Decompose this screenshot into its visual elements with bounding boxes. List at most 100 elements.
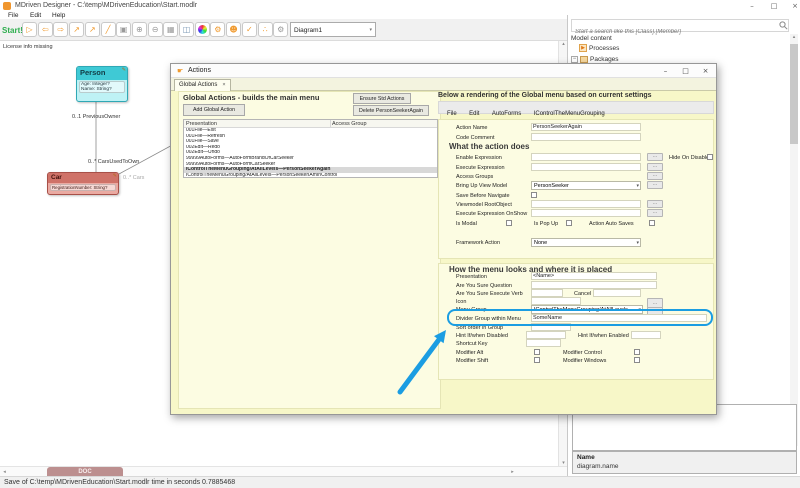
collapse-icon[interactable]: − (571, 56, 578, 63)
are-you-sure-execute-verb-input[interactable] (531, 289, 563, 297)
shortcut-key-input[interactable] (526, 339, 561, 347)
gear-icon[interactable]: ⚙ (273, 22, 288, 37)
icon-input[interactable] (531, 297, 581, 305)
chevron-down-icon: ▾ (636, 183, 639, 189)
viewmodel-rootobject-label: Viewmodel RootObject (456, 202, 512, 208)
modifier-shift-checkbox[interactable] (534, 357, 540, 363)
preview-menu-autoforms[interactable]: AutoForms (492, 111, 521, 117)
hide-on-disable-checkbox[interactable] (707, 154, 713, 160)
execute-expression-ellipsis-button[interactable]: ... (647, 163, 663, 171)
action-list-item[interactable]: IControlTheMenuGrouping/AtAllLevels—Pers… (184, 173, 437, 178)
dialog-title-bar: ☛ Actions – □ × (171, 64, 716, 78)
scrollbar-thumb[interactable] (790, 44, 798, 144)
viewmodel-rootobject-input[interactable] (531, 200, 641, 208)
access-groups-ellipsis-button[interactable]: ... (647, 172, 663, 180)
tab-scroll-right-icon[interactable]: ▸ (508, 469, 517, 475)
sidebar-vscrollbar[interactable]: ▴ (790, 34, 798, 446)
is-modal-checkbox[interactable] (506, 220, 512, 226)
person-tool-icon[interactable]: ☻ (226, 22, 241, 37)
framework-action-select[interactable]: None▾ (531, 238, 641, 247)
hint-disabled-input[interactable] (526, 331, 566, 339)
action-name-input[interactable] (531, 123, 641, 131)
grid-icon[interactable]: ▦ (163, 22, 178, 37)
column-presentation[interactable]: Presentation (186, 121, 217, 127)
class-person[interactable]: Person ✎ Age: Integer? Name: String? (76, 66, 128, 102)
cancel-verb-input[interactable] (593, 289, 641, 297)
bring-up-view-model-ellipsis-button[interactable]: ... (647, 181, 663, 189)
ensure-std-actions-button[interactable]: Ensure Std Actions (353, 93, 411, 104)
save-before-navigate-checkbox[interactable] (531, 192, 537, 198)
toolbar: Start! ▷ ⇦ ⇨ ↗ ↗ ╱ ▣ ⊕ ⊖ ▦ ◫ ⚙ ☻ ✓ ∴ ⚙ D… (0, 19, 567, 41)
line-tool-icon[interactable]: ╱ (101, 22, 116, 37)
chevron-down-icon: ▾ (369, 27, 372, 33)
class-car[interactable]: Car ✎ RegistrationNumber: String? (47, 172, 119, 195)
settings-gears-icon[interactable]: ⚙ (210, 22, 225, 37)
person-attribute: Name: String? (81, 87, 123, 92)
is-pop-up-checkbox[interactable] (566, 220, 572, 226)
title-bar: MDriven Designer - C:\temp\MDrivenEducat… (0, 0, 800, 12)
presentation-input[interactable] (531, 272, 657, 280)
chevron-down-icon: ▾ (636, 240, 639, 246)
column-access-group[interactable]: Access Group (332, 121, 367, 127)
class-person-title: Person (77, 67, 127, 80)
enable-expression-ellipsis-button[interactable]: ... (647, 153, 663, 161)
modifier-windows-checkbox[interactable] (634, 357, 640, 363)
close-button[interactable]: × (787, 1, 800, 11)
color-wheel-icon[interactable] (195, 22, 210, 37)
execute-expression-input[interactable] (531, 163, 641, 171)
code-comment-label: Code Comment (456, 135, 495, 141)
menu-file[interactable]: File (8, 12, 18, 19)
preview-menu-icontrolthemenugrouping[interactable]: IControlTheMenuGrouping (534, 111, 605, 117)
are-you-sure-question-input[interactable] (531, 281, 657, 289)
delete-personseekeragain-button[interactable]: Delete PersonSeekerAgain (353, 105, 429, 116)
tab-scroll-left-icon[interactable]: ◂ (0, 469, 9, 475)
execute-expression-onshow-input[interactable] (531, 209, 641, 217)
minimize-button[interactable]: – (744, 1, 760, 11)
nav-forward-icon[interactable]: ⇨ (53, 22, 68, 37)
property-name-label: Name (577, 454, 595, 461)
action-name-label: Action Name (456, 125, 488, 131)
hint-enabled-input[interactable] (631, 331, 661, 339)
start-button[interactable]: Start! (2, 26, 23, 35)
tree-item-processes[interactable]: ▶Processes (571, 43, 786, 54)
relations-icon[interactable]: ∴ (258, 22, 273, 37)
modifier-control-checkbox[interactable] (634, 349, 640, 355)
modifier-windows-label: Modifier Windows (563, 358, 606, 364)
menu-help[interactable]: Help (52, 12, 65, 19)
dialog-minimize-button[interactable]: – (657, 65, 674, 77)
viewmodel-rootobject-ellipsis-button[interactable]: ... (647, 200, 663, 208)
maximize-button[interactable]: □ (766, 1, 782, 11)
search-icon[interactable] (779, 21, 788, 30)
shortcut-key-label: Shortcut Key (456, 341, 488, 347)
diagram-selector[interactable]: Diagram1 ▾ (290, 22, 376, 37)
zoom-in-icon[interactable]: ⊕ (132, 22, 147, 37)
viewmodel-tool-icon[interactable]: ▣ (116, 22, 131, 37)
dialog-maximize-button[interactable]: □ (677, 65, 694, 77)
bring-up-view-model-select[interactable]: PersonSeeker▾ (531, 181, 641, 190)
action-auto-saves-checkbox[interactable] (649, 220, 655, 226)
validate-icon[interactable]: ✓ (242, 22, 257, 37)
pointer-tool-icon[interactable]: ↗ (69, 22, 84, 37)
process-icon: ▶ (579, 44, 587, 52)
are-you-sure-question-label: Are You Sure Question (456, 283, 512, 289)
mdriven-logo-icon (3, 2, 11, 10)
actions-dialog-icon: ☛ (177, 67, 183, 75)
preview-menu-file[interactable]: File (447, 111, 457, 117)
dialog-close-button[interactable]: × (697, 65, 714, 77)
run-icon[interactable]: ▷ (22, 22, 37, 37)
tab-global-actions[interactable]: Global Actions× (174, 79, 231, 91)
zoom-out-icon[interactable]: ⊖ (148, 22, 163, 37)
nav-back-icon[interactable]: ⇦ (38, 22, 53, 37)
association-tool-icon[interactable]: ↗ (85, 22, 100, 37)
association-label-previousowner: 0..1 PreviousOwner (72, 114, 120, 120)
add-global-action-button[interactable]: Add Global Action (183, 104, 245, 116)
code-comment-input[interactable] (531, 133, 641, 141)
enable-expression-input[interactable] (531, 153, 641, 161)
preview-menu-edit[interactable]: Edit (469, 111, 479, 117)
modifier-alt-checkbox[interactable] (534, 349, 540, 355)
layers-icon[interactable]: ◫ (179, 22, 194, 37)
menu-edit[interactable]: Edit (30, 12, 41, 19)
scroll-up-icon[interactable]: ▴ (790, 34, 798, 40)
execute-expression-onshow-ellipsis-button[interactable]: ... (647, 209, 663, 217)
tab-close-icon[interactable]: × (222, 82, 225, 88)
